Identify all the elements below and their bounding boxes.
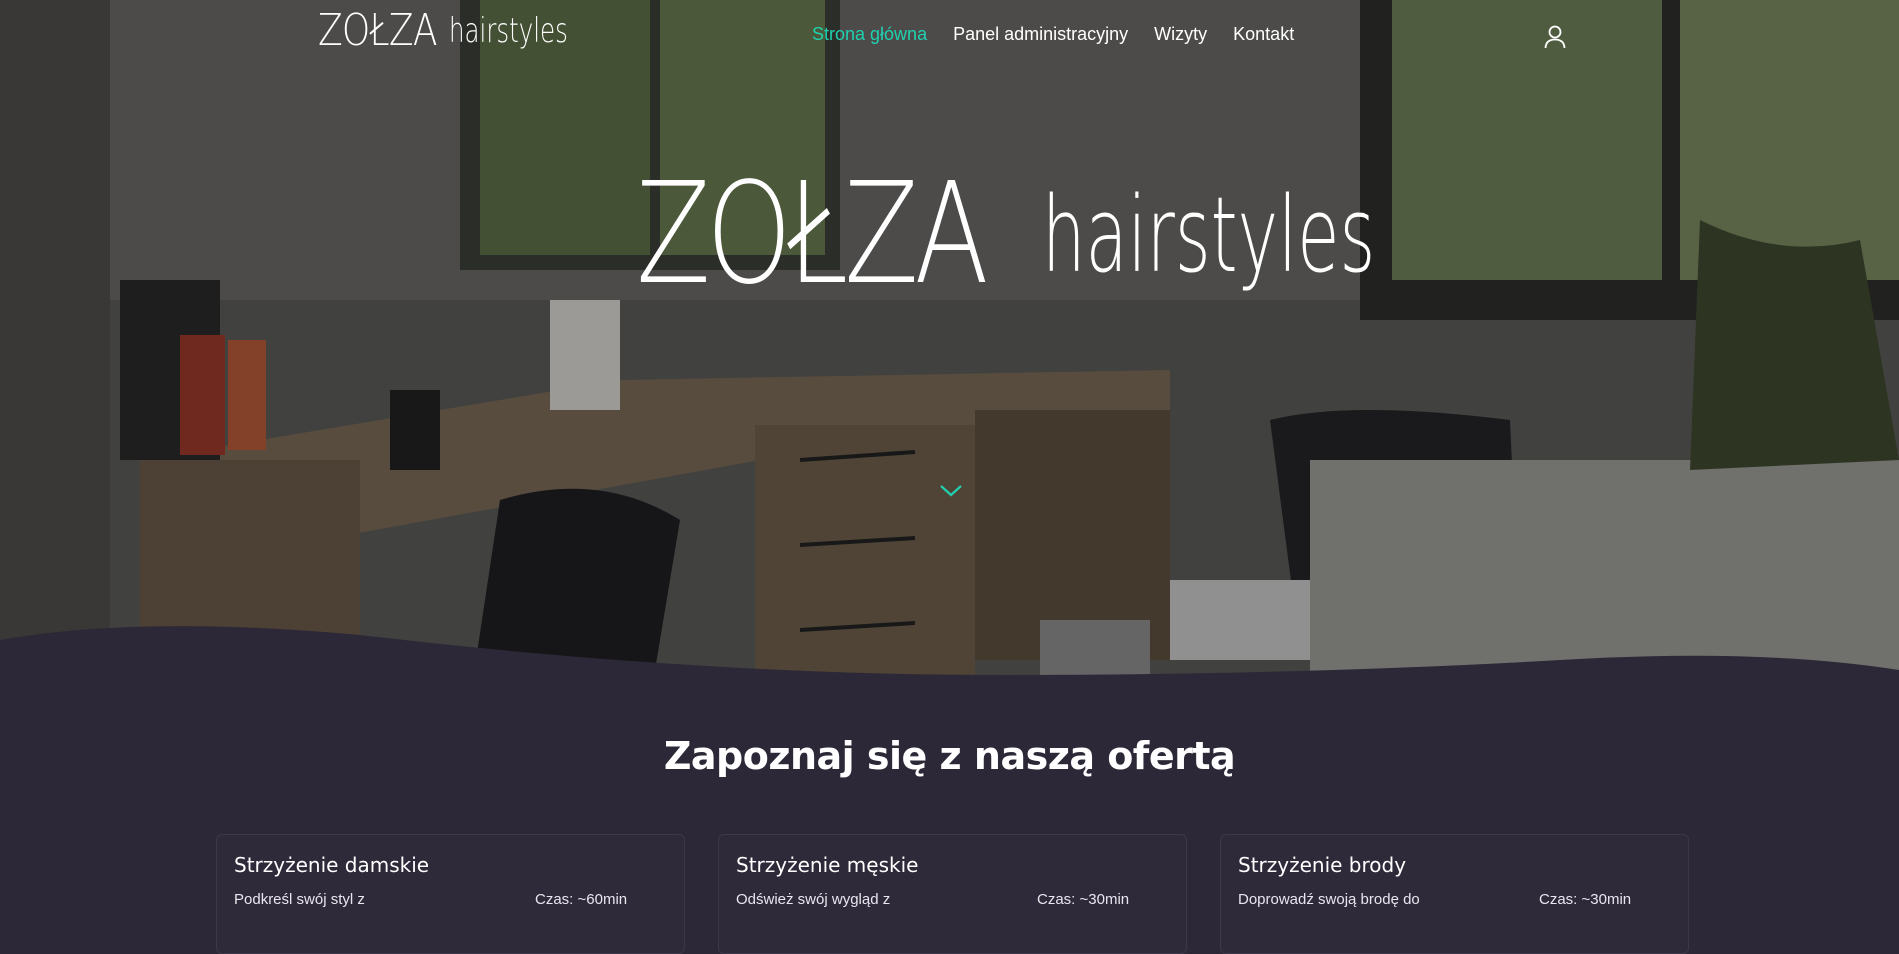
service-card-mens-haircut[interactable]: Strzyżenie męskie Odśwież swój wygląd z …: [718, 834, 1187, 954]
service-card-description: Doprowadź swoją brodę do: [1238, 891, 1420, 908]
service-card-womens-haircut[interactable]: Strzyżenie damskie Podkreśl swój styl z …: [216, 834, 685, 954]
user-account-button[interactable]: [1543, 24, 1567, 50]
brand-logo-sub: hairstyles: [448, 11, 568, 51]
nav-link-visits[interactable]: Wizyty: [1154, 24, 1207, 45]
hero-section: ZOŁZA hairstyles Strona główna Panel adm…: [0, 0, 1899, 700]
brand-logo-main: ZOŁZA: [318, 5, 438, 56]
service-card-title: Strzyżenie brody: [1238, 853, 1407, 877]
hero-logo-main: ZOŁZA: [636, 153, 989, 316]
nav-link-home[interactable]: Strona główna: [812, 24, 927, 45]
service-card-duration: Czas: ~30min: [1037, 891, 1130, 908]
service-card-beard-trim[interactable]: Strzyżenie brody Doprowadź swoją brodę d…: [1220, 834, 1689, 954]
brand-logo[interactable]: ZOŁZA hairstyles: [318, 6, 614, 56]
service-card-title: Strzyżenie męskie: [736, 853, 919, 877]
hero-logo: ZOŁZA hairstyles: [636, 160, 1547, 310]
service-card-duration: Czas: ~60min: [535, 891, 628, 908]
nav-link-contact[interactable]: Kontakt: [1233, 24, 1294, 45]
offer-section-title: Zapoznaj się z naszą ofertą: [663, 734, 1236, 778]
section-wave-divider: [0, 626, 1899, 720]
chevron-down-icon: [940, 485, 962, 497]
service-card-description: Odśwież swój wygląd z: [736, 891, 891, 908]
service-card-duration: Czas: ~30min: [1539, 891, 1632, 908]
hero-logo-sub: hairstyles: [1042, 174, 1376, 296]
hero-salon-photo: [0, 0, 1899, 700]
service-card-description: Podkreśl swój styl z: [234, 891, 365, 908]
offer-cards: Strzyżenie damskie Podkreśl swój styl z …: [216, 834, 1689, 954]
user-icon: [1544, 25, 1566, 49]
nav-link-admin-panel[interactable]: Panel administracyjny: [953, 24, 1128, 45]
scroll-down-button[interactable]: [938, 482, 964, 500]
top-navbar: ZOŁZA hairstyles Strona główna Panel adm…: [0, 0, 1899, 72]
service-card-title: Strzyżenie damskie: [234, 853, 430, 877]
nav-menu: Strona główna Panel administracyjny Wizy…: [812, 24, 1294, 45]
